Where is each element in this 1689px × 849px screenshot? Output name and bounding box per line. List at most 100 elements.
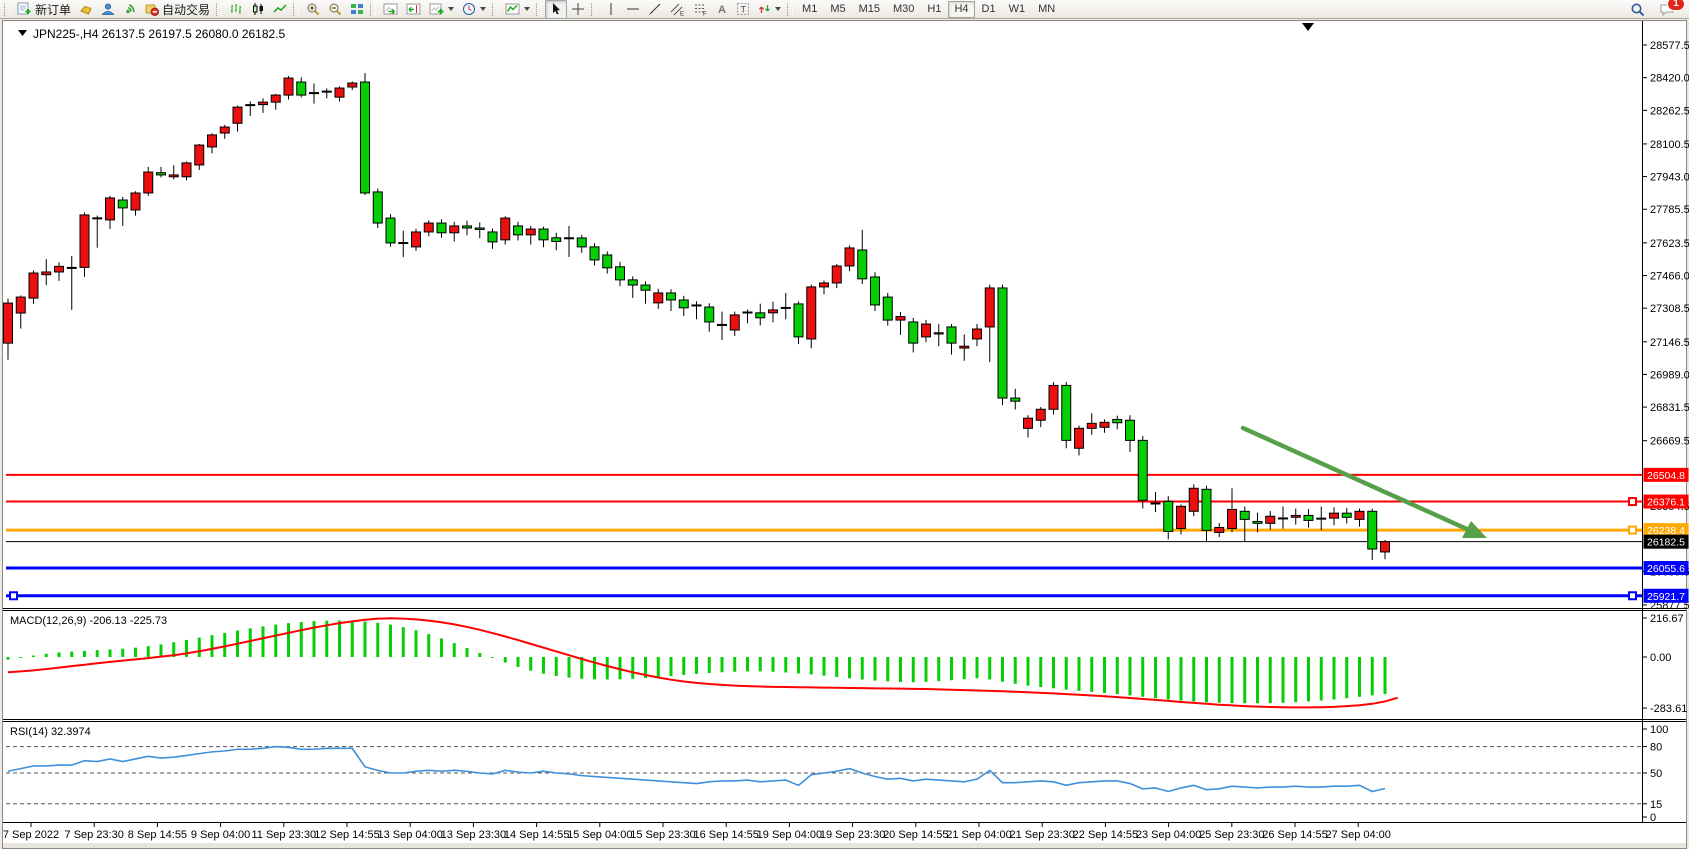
svg-text:28100.5: 28100.5: [1650, 139, 1689, 151]
new-order-label: 新订单: [35, 1, 71, 18]
timeframe-m1[interactable]: M1: [796, 1, 823, 18]
svg-text:14 Sep 14:55: 14 Sep 14:55: [504, 829, 569, 841]
svg-text:27785.5: 27785.5: [1650, 204, 1689, 216]
bar-chart-button[interactable]: [225, 0, 247, 19]
new-order-button[interactable]: 新订单: [13, 0, 75, 19]
svg-text:15: 15: [1650, 799, 1662, 811]
chevron-down-icon: [775, 7, 781, 11]
svg-text:A: A: [718, 4, 726, 16]
svg-text:100: 100: [1650, 724, 1668, 736]
svg-text:15 Sep 04:00: 15 Sep 04:00: [567, 829, 632, 841]
chart-generated-layer: 28577.528420.028262.528100.527943.027785…: [3, 21, 1689, 849]
crosshair-tool-button[interactable]: [567, 0, 589, 19]
svg-text:11 Sep 23:30: 11 Sep 23:30: [251, 829, 316, 841]
text-a-icon: A: [716, 2, 728, 16]
trendline-icon: [648, 2, 662, 16]
period-clock-button[interactable]: [458, 0, 490, 19]
toolbar-grip: [787, 3, 793, 16]
tile-windows-icon: [350, 2, 364, 16]
svg-text:25 Sep 23:30: 25 Sep 23:30: [1199, 829, 1264, 841]
zoom-in-icon: [306, 2, 320, 16]
toolbar-grip: [4, 3, 10, 16]
community-button[interactable]: [97, 0, 119, 19]
trendline-tool-button[interactable]: [644, 0, 666, 19]
svg-text:7 Sep 23:30: 7 Sep 23:30: [65, 829, 124, 841]
autotrade-button[interactable]: 自动交易: [141, 0, 214, 19]
svg-text:26504.8: 26504.8: [1647, 470, 1685, 482]
line-chart-button[interactable]: [269, 0, 291, 19]
text-tool-button[interactable]: A: [712, 0, 732, 19]
svg-text:8 Sep 14:55: 8 Sep 14:55: [128, 829, 187, 841]
signals-button[interactable]: [119, 0, 141, 19]
arrows-tool-button[interactable]: [754, 0, 785, 19]
chart-canvas[interactable]: 28577.528420.028262.528100.527943.027785…: [0, 0, 1689, 849]
candlestick-chart-button[interactable]: [247, 0, 269, 19]
macd-label: MACD(12,26,9) -206.13 -225.73: [10, 615, 167, 627]
vertical-line-icon: [604, 2, 618, 16]
vertical-line-tool-button[interactable]: [600, 0, 622, 19]
svg-text:19 Sep 23:30: 19 Sep 23:30: [820, 829, 885, 841]
arrows-icon: [758, 2, 771, 16]
notification-badge: 1: [1667, 0, 1685, 11]
text-label-tool-button[interactable]: T: [732, 0, 754, 19]
timeframe-w1[interactable]: W1: [1003, 1, 1032, 18]
timeframe-mn[interactable]: MN: [1032, 1, 1061, 18]
svg-text:26055.6: 26055.6: [1647, 563, 1685, 575]
text-label-icon: T: [736, 2, 750, 16]
rsi-label: RSI(14) 32.3974: [10, 726, 91, 738]
fibonacci-icon: F: [693, 2, 708, 16]
fibonacci-tool-button[interactable]: F: [689, 0, 712, 19]
svg-text:T: T: [741, 5, 747, 15]
chart-shift-icon: [406, 2, 421, 16]
svg-text:216.67: 216.67: [1650, 613, 1684, 625]
zoom-out-button[interactable]: [324, 0, 346, 19]
wallet-button[interactable]: [75, 0, 97, 19]
timeframe-m5[interactable]: M5: [824, 1, 851, 18]
svg-text:9 Sep 04:00: 9 Sep 04:00: [191, 829, 250, 841]
timeframe-h4[interactable]: H4: [948, 1, 974, 18]
autotrade-label: 自动交易: [162, 1, 210, 18]
toolbar-grip: [293, 3, 299, 16]
new-chart-button[interactable]: [425, 0, 458, 19]
svg-text:-283.61: -283.61: [1650, 703, 1687, 715]
cursor-tool-button[interactable]: [545, 0, 567, 19]
search-button[interactable]: [1626, 0, 1649, 19]
bar-chart-icon: [229, 2, 243, 16]
timeframe-d1[interactable]: D1: [976, 1, 1002, 18]
chat-button[interactable]: 1: [1655, 0, 1679, 19]
horizontal-line-icon: [626, 2, 640, 16]
svg-text:26376.1: 26376.1: [1647, 497, 1685, 509]
chevron-down-icon: [448, 7, 454, 11]
svg-text:26831.5: 26831.5: [1650, 402, 1689, 414]
timeframe-h1[interactable]: H1: [921, 1, 947, 18]
zoom-in-button[interactable]: [302, 0, 324, 19]
indicators-button[interactable]: [501, 0, 534, 19]
horizontal-line-tool-button[interactable]: [622, 0, 644, 19]
auto-scroll-button[interactable]: [379, 0, 402, 19]
svg-text:0.00: 0.00: [1650, 652, 1671, 664]
timeframe-m15[interactable]: M15: [853, 1, 886, 18]
svg-text:27943.0: 27943.0: [1650, 172, 1689, 184]
svg-text:27623.5: 27623.5: [1650, 238, 1689, 250]
channel-tool-button[interactable]: E: [666, 0, 689, 19]
svg-text:28577.5: 28577.5: [1650, 40, 1689, 52]
tile-windows-button[interactable]: [346, 0, 368, 19]
svg-text:13 Sep 23:30: 13 Sep 23:30: [441, 829, 506, 841]
svg-text:21 Sep 04:00: 21 Sep 04:00: [946, 829, 1011, 841]
svg-text:25921.7: 25921.7: [1647, 591, 1685, 603]
new-order-icon: [17, 2, 32, 16]
chart-shift-button[interactable]: [402, 0, 425, 19]
timeframe-m30[interactable]: M30: [887, 1, 920, 18]
auto-scroll-icon: [383, 2, 398, 16]
svg-text:20 Sep 14:55: 20 Sep 14:55: [883, 829, 948, 841]
svg-text:15 Sep 23:30: 15 Sep 23:30: [630, 829, 695, 841]
indicators-icon: [505, 2, 520, 16]
autotrade-icon: [145, 2, 159, 16]
svg-text:28262.5: 28262.5: [1650, 105, 1689, 117]
chart-title: JPN225-,H4 26137.5 26197.5 26080.0 26182…: [33, 27, 286, 41]
equidistant-channel-icon: E: [670, 2, 685, 16]
zoom-out-icon: [328, 2, 342, 16]
svg-text:27 Sep 04:00: 27 Sep 04:00: [1325, 829, 1390, 841]
svg-text:21 Sep 23:30: 21 Sep 23:30: [1009, 829, 1074, 841]
search-icon: [1630, 2, 1645, 17]
